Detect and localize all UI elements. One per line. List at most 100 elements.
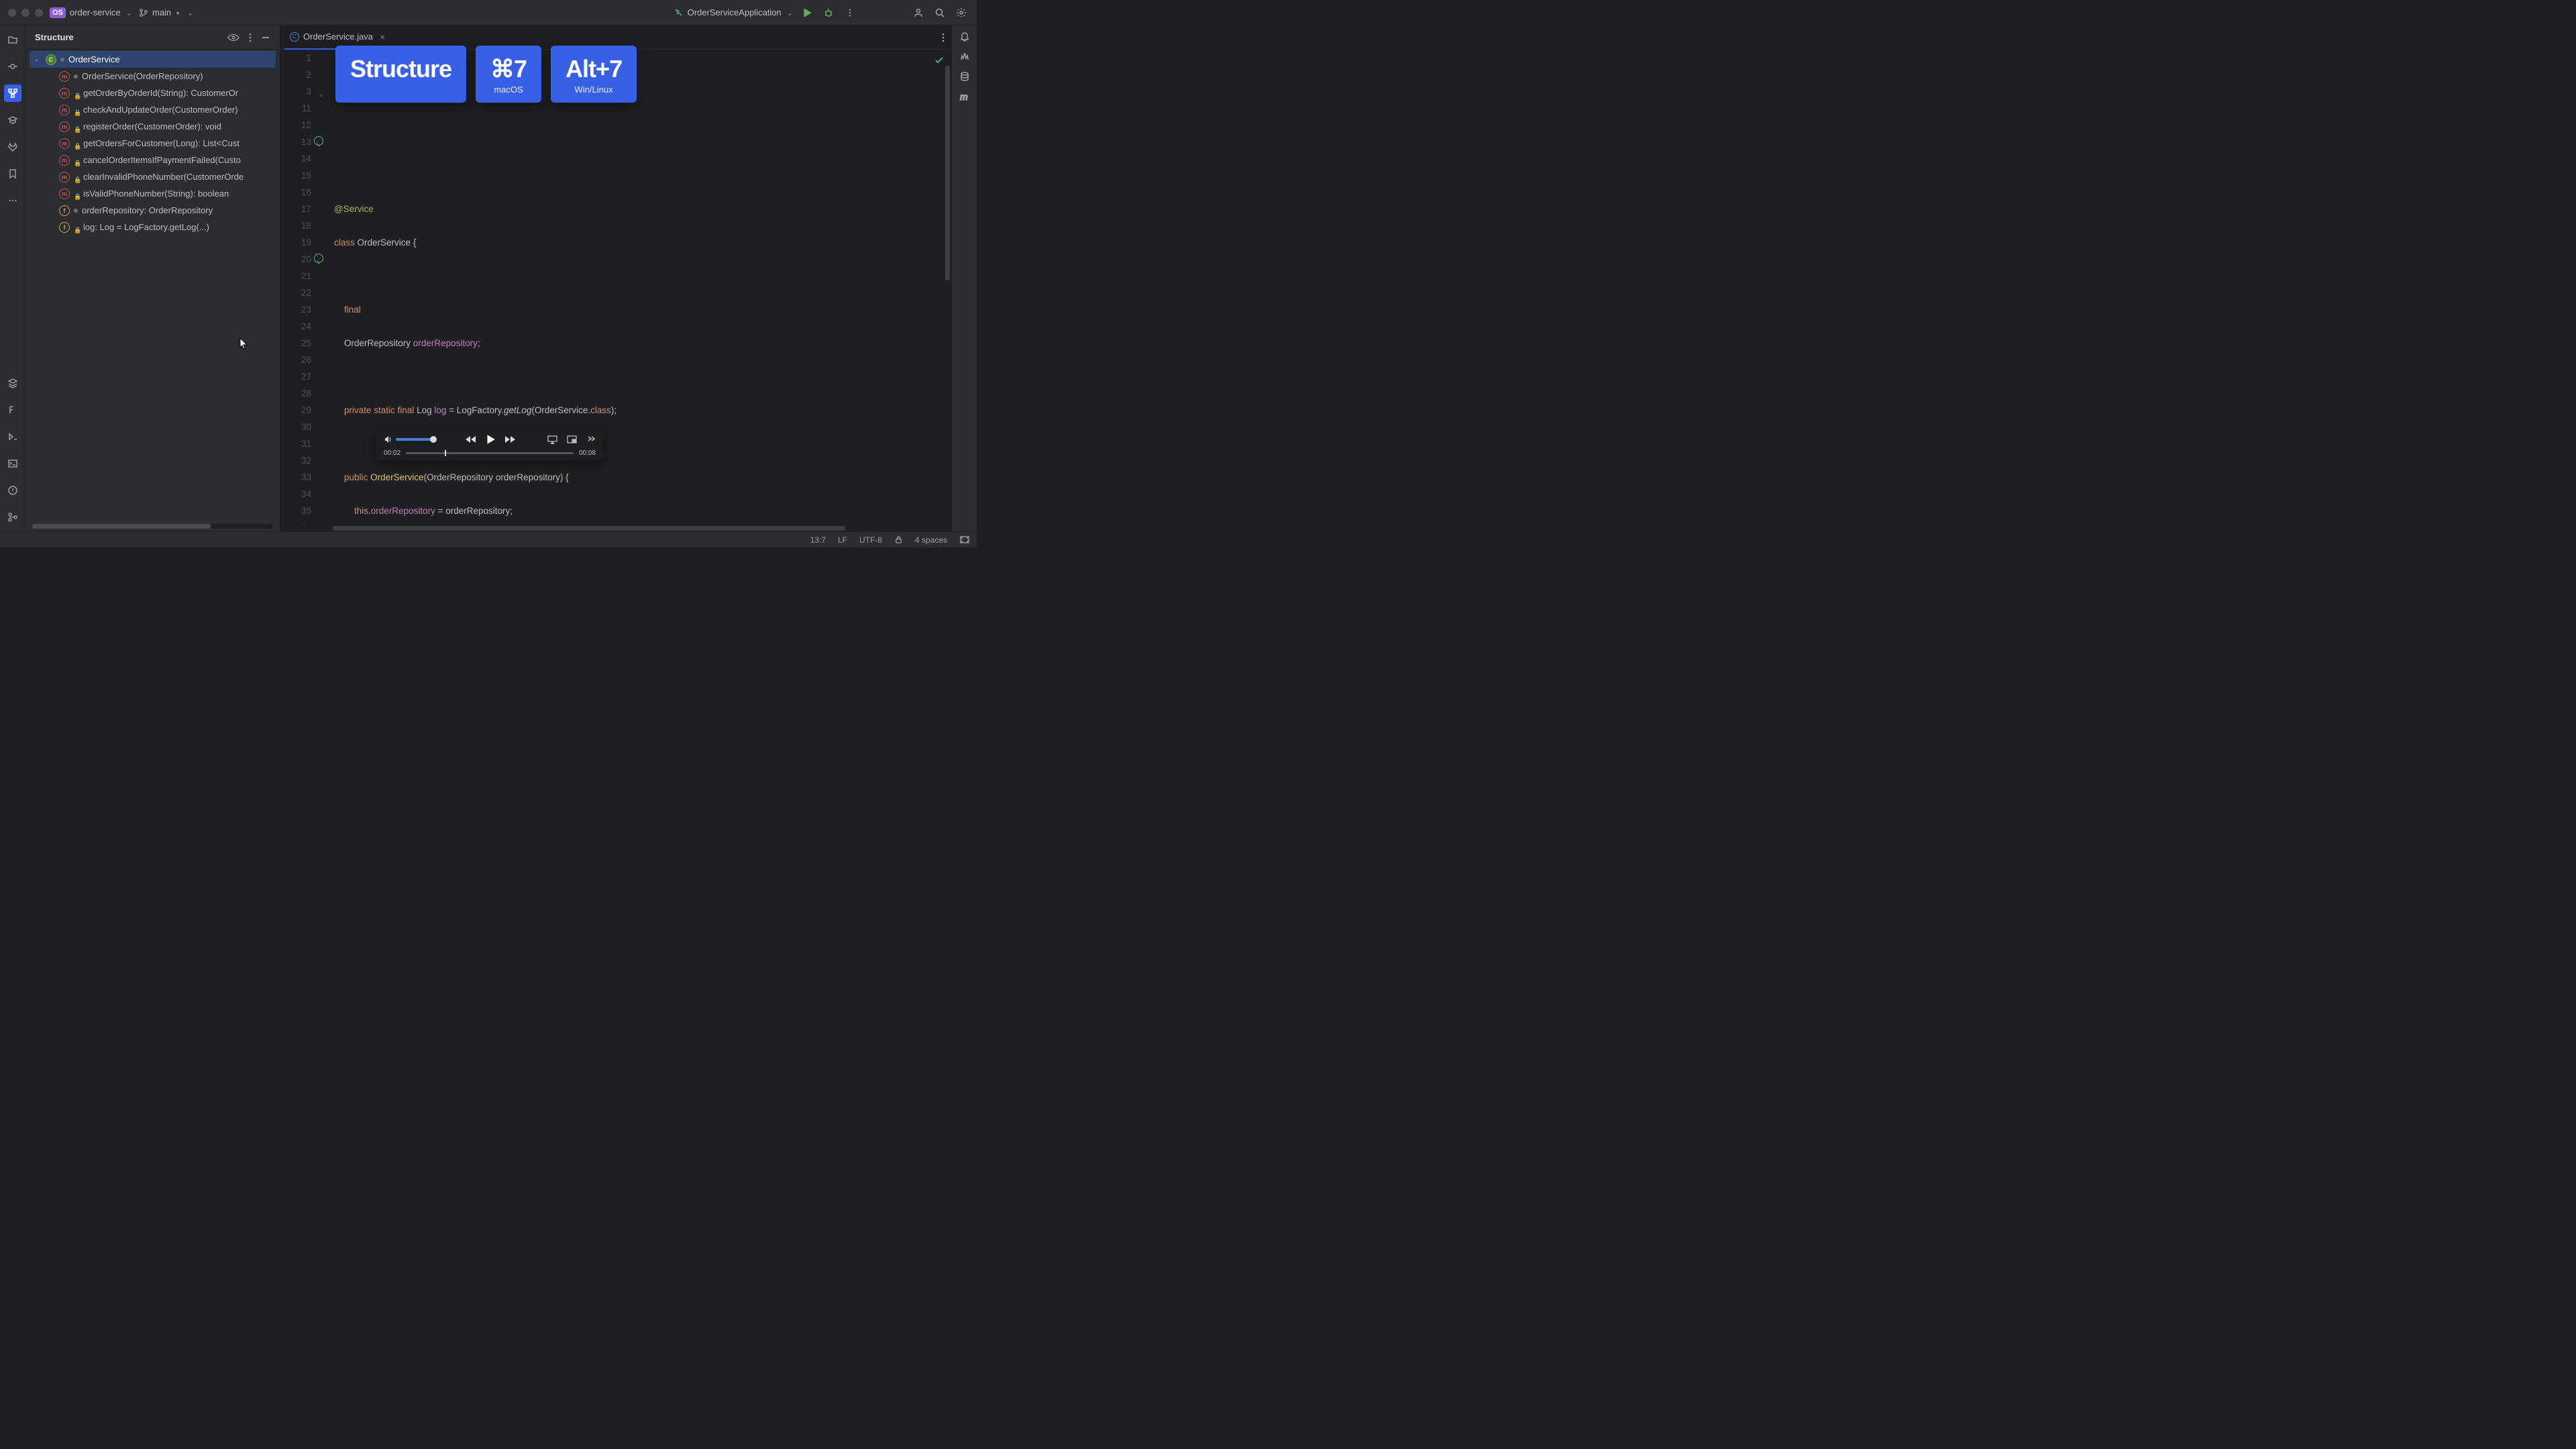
vcs-tool-icon[interactable] <box>4 508 21 526</box>
override-gutter-icon <box>314 254 323 263</box>
file-encoding[interactable]: UTF-8 <box>859 535 882 545</box>
tree-member-row[interactable]: mregisterOrder(CustomerOrder): void <box>30 118 276 135</box>
run-button[interactable] <box>800 5 814 20</box>
lock-icon <box>74 224 79 231</box>
line-separator[interactable]: LF <box>838 535 847 545</box>
lock-icon <box>74 157 79 164</box>
problems-tool-icon[interactable] <box>4 482 21 499</box>
airplay-icon[interactable] <box>547 435 557 444</box>
database-icon[interactable] <box>959 71 970 82</box>
lock-icon <box>74 140 79 147</box>
shortcut-card: ⌘7macOS <box>476 46 541 103</box>
forward-button[interactable] <box>504 435 517 444</box>
lock-icon <box>74 123 79 130</box>
lock-icon <box>74 107 79 113</box>
structure-title: Structure <box>35 32 221 42</box>
build-tool-icon[interactable] <box>4 401 21 419</box>
class-icon: C <box>46 54 56 65</box>
more-tools-icon[interactable] <box>4 192 21 209</box>
tree-member-row[interactable]: mcheckAndUpdateOrder(CustomerOrder) <box>30 101 276 118</box>
tree-member-row[interactable]: mgetOrderByOrderId(String): CustomerOr <box>30 85 276 101</box>
method-icon: m <box>59 189 70 199</box>
structure-panel: Structure ⌄ C OrderService mOrderService… <box>25 25 280 531</box>
structure-tool-icon[interactable] <box>4 85 21 102</box>
gitlab-tool-icon[interactable] <box>4 138 21 156</box>
more-actions-icon[interactable] <box>843 5 857 20</box>
field-icon: f <box>59 222 70 233</box>
vcs-branch[interactable]: main <box>139 7 193 17</box>
class-icon: C <box>290 32 299 42</box>
svg-text:m: m <box>960 91 968 102</box>
window-traffic-lights[interactable] <box>8 9 43 17</box>
project-tool-icon[interactable] <box>4 31 21 48</box>
tree-member-row[interactable]: flog: Log = LogFactory.getLog(...) <box>30 219 276 235</box>
override-gutter-icon <box>314 136 323 146</box>
field-icon: f <box>59 205 70 216</box>
shortcut-card: Structure <box>335 46 466 103</box>
method-icon: m <box>59 138 70 149</box>
seek-bar[interactable] <box>406 452 574 454</box>
left-tool-strip <box>0 25 25 531</box>
project-selector[interactable]: OS order-service <box>50 7 132 18</box>
code-with-me-icon[interactable] <box>911 5 926 20</box>
method-icon: m <box>59 172 70 182</box>
rewind-button[interactable] <box>464 435 476 444</box>
presentation-mode-icon[interactable] <box>959 535 970 544</box>
ai-assistant-icon[interactable] <box>959 51 970 62</box>
notifications-icon[interactable] <box>959 31 970 42</box>
hide-panel-icon[interactable] <box>261 33 270 42</box>
more-player-icon[interactable] <box>586 435 596 444</box>
time-current: 00:02 <box>384 449 400 457</box>
method-icon: m <box>59 71 70 82</box>
lock-icon <box>74 90 79 97</box>
commit-tool-icon[interactable] <box>4 58 21 75</box>
tree-member-row[interactable]: mOrderService(OrderRepository) <box>30 68 276 85</box>
media-player: 00:02 00:08 <box>376 428 604 461</box>
method-icon: m <box>59 155 70 166</box>
services-tool-icon[interactable] <box>4 428 21 445</box>
indent-setting[interactable]: 4 spaces <box>915 535 947 545</box>
editor-hscrollbar[interactable] <box>280 525 951 531</box>
panel-options-icon[interactable] <box>246 33 254 42</box>
pip-icon[interactable] <box>567 435 577 444</box>
readonly-toggle-icon[interactable] <box>894 535 903 544</box>
terminal-tool-icon[interactable] <box>4 455 21 472</box>
settings-icon[interactable] <box>954 5 969 20</box>
method-icon: m <box>59 88 70 99</box>
structure-tree[interactable]: ⌄ C OrderService mOrderService(OrderRepo… <box>25 50 280 524</box>
volume-control[interactable] <box>384 435 433 444</box>
tree-member-row[interactable]: mclearInvalidPhoneNumber(CustomerOrde <box>30 168 276 185</box>
method-icon: m <box>59 121 70 132</box>
mouse-cursor <box>239 337 249 350</box>
lock-icon <box>74 191 79 197</box>
method-icon: m <box>59 105 70 115</box>
layers-tool-icon[interactable] <box>4 374 21 392</box>
learn-tool-icon[interactable] <box>4 111 21 129</box>
tree-class-row[interactable]: ⌄ C OrderService <box>30 51 276 68</box>
gutter-line-numbers: 123› 111213 14151617 181920 21222324 252… <box>280 50 318 525</box>
project-name: order-service <box>70 7 121 17</box>
structure-hscrollbar[interactable] <box>32 524 273 529</box>
shortcut-card: Alt+7Win/Linux <box>551 46 637 103</box>
view-options-icon[interactable] <box>227 33 239 42</box>
tree-member-row[interactable]: misValidPhoneNumber(String): boolean <box>30 185 276 202</box>
titlebar: OS order-service main OrderServiceApplic… <box>0 0 977 25</box>
caret-position[interactable]: 13:7 <box>810 535 826 545</box>
bookmarks-tool-icon[interactable] <box>4 165 21 182</box>
shortcut-overlay: Structure ⌘7macOS Alt+7Win/Linux <box>335 46 637 103</box>
debug-button[interactable] <box>821 5 836 20</box>
tree-member-row[interactable]: forderRepository: OrderRepository <box>30 202 276 219</box>
right-tool-strip: m <box>951 25 977 531</box>
run-config[interactable]: OrderServiceApplication <box>674 7 793 17</box>
lock-icon <box>74 174 79 180</box>
structure-header: Structure <box>25 25 280 50</box>
play-button[interactable] <box>484 433 496 445</box>
search-icon[interactable] <box>932 5 947 20</box>
tree-member-row[interactable]: mgetOrdersForCustomer(Long): List<Cust <box>30 135 276 152</box>
maven-icon[interactable]: m <box>959 91 971 102</box>
close-tab-icon[interactable]: × <box>380 32 385 42</box>
time-total: 00:08 <box>579 449 596 457</box>
tree-member-row[interactable]: mcancelOrderItemsIfPaymentFailed(Custo <box>30 152 276 168</box>
status-bar: 13:7 LF UTF-8 4 spaces <box>0 531 977 547</box>
editor-options-icon[interactable] <box>939 33 947 42</box>
